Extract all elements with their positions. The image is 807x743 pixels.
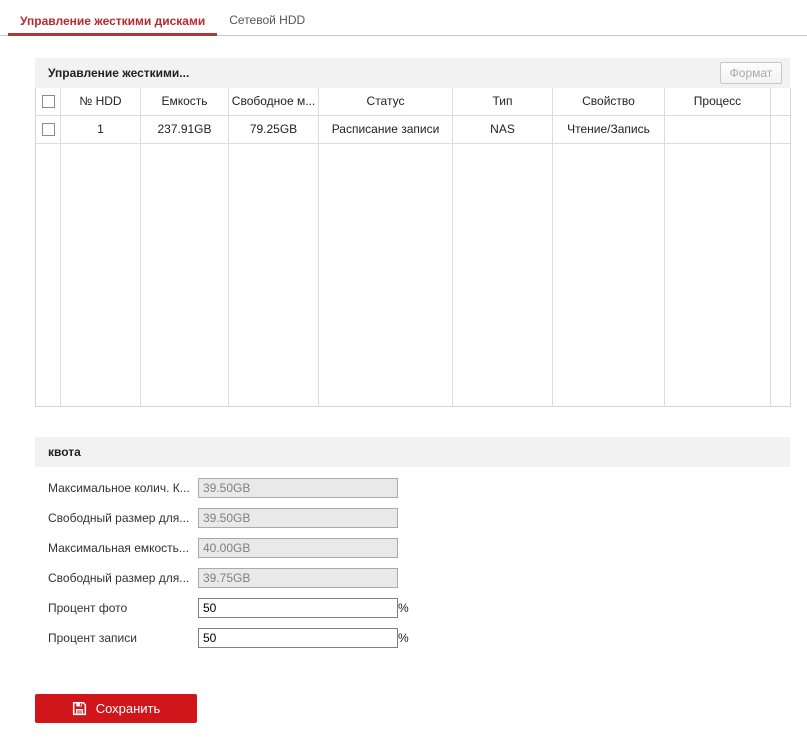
col-header-progress: Процесс — [665, 88, 771, 115]
field-label: Максимальная емкость... — [48, 541, 198, 555]
max-record-quota-input — [198, 538, 398, 558]
col-header-capacity: Емкость — [141, 88, 229, 115]
free-record-quota-input — [198, 568, 398, 588]
hdd-panel-header: Управление жесткими... Формат — [35, 58, 790, 88]
form-row-record-percent: Процент записи % — [48, 623, 790, 653]
main-content: Управление жесткими... Формат № HDD Емко… — [35, 58, 790, 723]
col-header-empty — [771, 88, 791, 115]
form-row-free-photo-quota: Свободный размер для... — [48, 503, 790, 533]
table-row: 1 237.91GB 79.25GB Расписание записи NAS… — [36, 115, 791, 143]
save-button-label: Сохранить — [96, 701, 161, 716]
cell-free-space: 79.25GB — [229, 115, 319, 143]
field-label: Свободный размер для... — [48, 571, 198, 585]
col-header-hdd-number: № HDD — [61, 88, 141, 115]
photo-percent-input[interactable] — [198, 598, 398, 618]
max-photo-quota-input — [198, 478, 398, 498]
cell-capacity: 237.91GB — [141, 115, 229, 143]
hdd-table: № HDD Емкость Свободное м... Статус Тип … — [35, 88, 791, 407]
cell-property: Чтение/Запись — [553, 115, 665, 143]
form-row-max-record-quota: Максимальная емкость... — [48, 533, 790, 563]
form-row-free-record-quota: Свободный размер для... — [48, 563, 790, 593]
field-label: Процент записи — [48, 631, 198, 645]
cell-empty — [771, 115, 791, 143]
col-header-property: Свойство — [553, 88, 665, 115]
form-row-photo-percent: Процент фото % — [48, 593, 790, 623]
cell-progress — [665, 115, 771, 143]
percent-suffix: % — [398, 601, 409, 615]
col-header-free-space: Свободное м... — [229, 88, 319, 115]
tab-bar: Управление жесткими дисками Сетевой HDD — [0, 0, 807, 36]
hdd-panel-title: Управление жесткими... — [48, 66, 189, 80]
col-header-type: Тип — [453, 88, 553, 115]
percent-suffix: % — [398, 631, 409, 645]
cell-status: Расписание записи — [319, 115, 453, 143]
quota-form: Максимальное колич. К... Свободный разме… — [35, 467, 790, 653]
cell-hdd-number: 1 — [61, 115, 141, 143]
save-icon — [72, 701, 87, 716]
cell-type: NAS — [453, 115, 553, 143]
record-percent-input[interactable] — [198, 628, 398, 648]
format-button[interactable]: Формат — [720, 62, 782, 84]
quota-section-title: квота — [35, 437, 790, 467]
field-label: Максимальное колич. К... — [48, 481, 198, 495]
col-header-status: Статус — [319, 88, 453, 115]
table-empty-area — [36, 143, 791, 406]
field-label: Процент фото — [48, 601, 198, 615]
tab-hdd-management[interactable]: Управление жесткими дисками — [8, 8, 217, 36]
field-label: Свободный размер для... — [48, 511, 198, 525]
save-button[interactable]: Сохранить — [35, 694, 197, 723]
select-all-checkbox[interactable] — [42, 95, 55, 108]
table-header-row: № HDD Емкость Свободное м... Статус Тип … — [36, 88, 791, 115]
form-row-max-photo-quota: Максимальное колич. К... — [48, 473, 790, 503]
row-select-checkbox[interactable] — [42, 123, 55, 136]
tab-network-hdd[interactable]: Сетевой HDD — [217, 7, 317, 35]
free-photo-quota-input — [198, 508, 398, 528]
